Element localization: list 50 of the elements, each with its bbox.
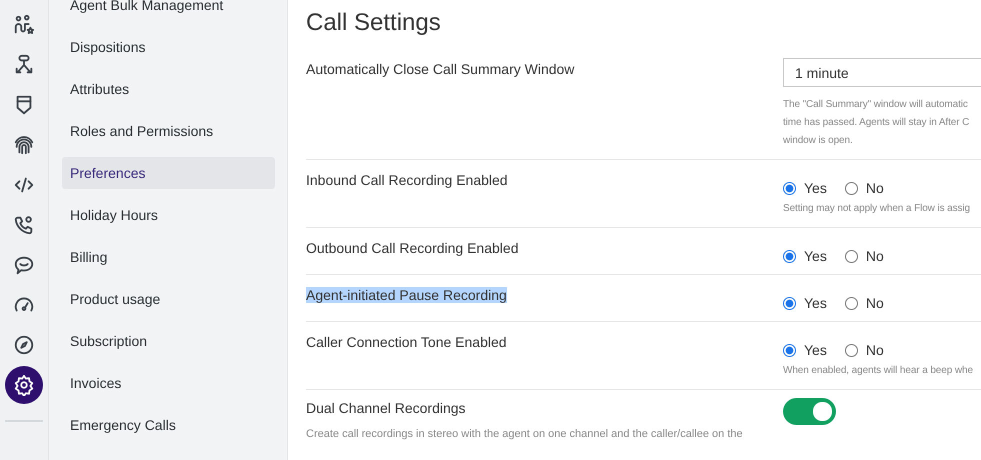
radio-button[interactable]: [844, 296, 858, 310]
help-text: The "Call Summary" window will automatic: [783, 98, 968, 112]
radio-button[interactable]: [783, 296, 796, 310]
compass-icon: [13, 334, 35, 356]
menu-item[interactable]: Emergency Calls: [62, 409, 275, 441]
radio-button[interactable]: [783, 250, 796, 262]
setting-label: Dual Channel Recordings: [306, 400, 466, 416]
radio-label: No: [866, 295, 884, 311]
menu-item[interactable]: Dispositions: [62, 31, 275, 63]
chat-icon: [13, 254, 35, 276]
radio-button[interactable]: [844, 182, 858, 194]
flow-icon: [13, 54, 35, 76]
gear-icon: [13, 374, 35, 396]
radio-button[interactable]: [783, 182, 796, 194]
setting-label: Inbound Call Recording Enabled: [306, 172, 508, 188]
phone-gear-icon: [13, 214, 35, 236]
menu-item[interactable]: Preferences: [62, 157, 275, 189]
radio-label: Yes: [804, 342, 827, 358]
radio-label: Yes: [804, 295, 827, 311]
help-text: Setting may not apply when a Flow is assig: [783, 202, 970, 216]
menu-item[interactable]: Holiday Hours: [62, 199, 275, 231]
fingerprint-icon: [13, 134, 35, 156]
menu-item[interactable]: Subscription: [62, 325, 275, 357]
menu-item[interactable]: Attributes: [62, 73, 275, 105]
radio-button[interactable]: [844, 250, 858, 262]
setting-label: Caller Connection Tone Enabled: [306, 334, 507, 350]
help-text: window is open.: [783, 134, 853, 148]
menu-item[interactable]: Billing: [62, 241, 275, 273]
duration-dropdown[interactable]: 1 minute: [783, 58, 981, 87]
menu-item[interactable]: Invoices: [62, 367, 275, 399]
radio-label: Yes: [804, 248, 827, 264]
setting-label: Outbound Call Recording Enabled: [306, 240, 518, 256]
menu-item[interactable]: Roles and Permissions: [62, 115, 275, 147]
help-text: When enabled, agents will hear a beep whe: [783, 364, 973, 378]
radio-label: No: [866, 180, 884, 196]
radio-label: No: [866, 248, 884, 264]
sidebar-icon-button[interactable]: [5, 366, 43, 404]
setting-label: Agent-initiated Pause Recording: [306, 287, 507, 303]
radio-button[interactable]: [844, 344, 858, 356]
setting-description: Create call recordings in stereo with the agent on one channel and the caller/callee on the: [306, 428, 744, 440]
help-text: time has passed. Agents will stay in After C: [783, 116, 970, 130]
menu-item[interactable]: Product usage: [62, 283, 275, 315]
menu-item[interactable]: Agent Bulk Management: [62, 0, 275, 21]
toggle-switch[interactable]: [783, 398, 836, 425]
radio-label: Yes: [804, 180, 827, 196]
radio-label: No: [866, 342, 884, 358]
radio-button[interactable]: [783, 344, 796, 356]
people-icon: [13, 14, 35, 36]
page-title: Call Settings: [306, 9, 442, 37]
setting-label: Automatically Close Call Summary Window: [306, 61, 574, 77]
